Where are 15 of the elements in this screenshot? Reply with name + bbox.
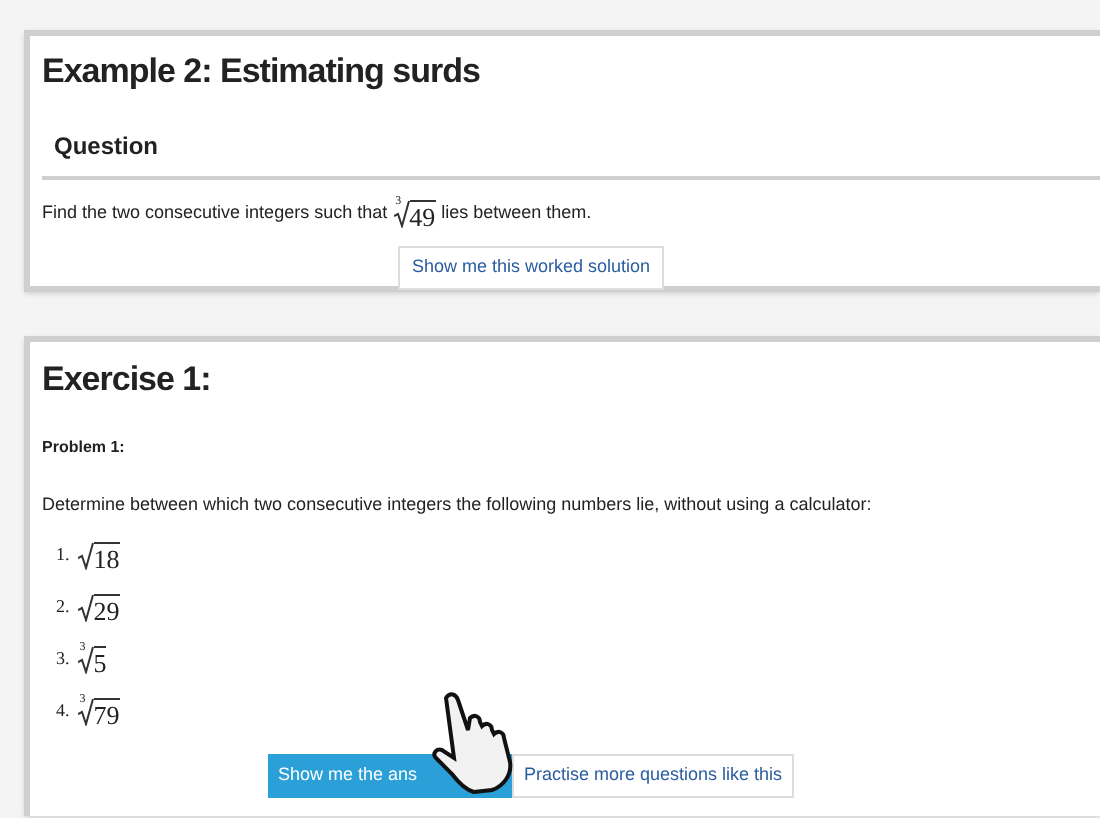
- practise-button[interactable]: Practise more questions like this: [512, 754, 795, 797]
- example-title: Example 2: Estimating surds: [42, 50, 482, 94]
- worked-solution-button[interactable]: Show me this worked solution: [397, 246, 665, 290]
- radical-sign-icon: [77, 697, 94, 725]
- list-item: 1. 18: [56, 542, 122, 570]
- radical-sign-icon: [77, 645, 94, 673]
- instruction-text: Determine between which two consecutive integers the following numbers lie, without using a calculator:: [42, 491, 874, 518]
- radical-sign-icon: [77, 541, 94, 569]
- section-heading: Question: [54, 131, 159, 159]
- exercise-title: Exercise 1:: [42, 358, 213, 402]
- radical-sign-icon: [393, 199, 410, 227]
- hand-cursor-icon: [430, 690, 518, 794]
- radical-sign-icon: [77, 593, 94, 621]
- list-item: 2. 29: [56, 594, 122, 622]
- problem-heading: Problem 1:: [42, 435, 127, 459]
